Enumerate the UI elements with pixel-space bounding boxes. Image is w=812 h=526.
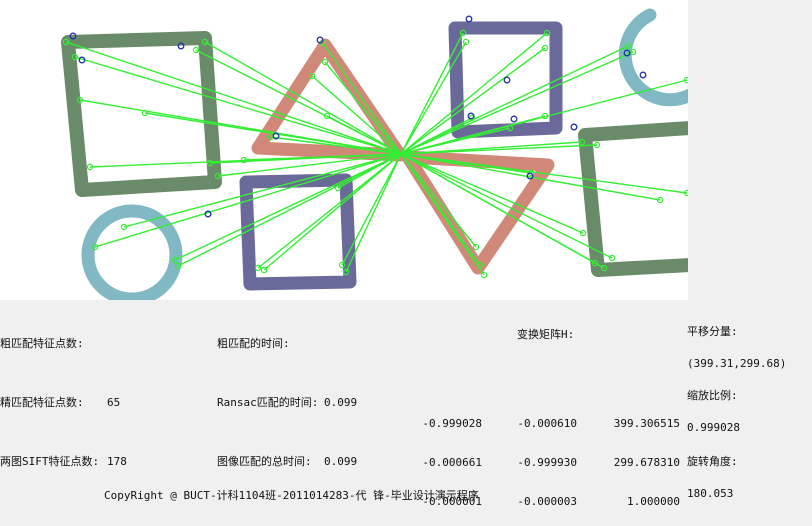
salmon-triangle-bottom [401,150,555,275]
matrix-cell: -0.999930 [517,456,577,469]
matrix-cell: -0.000661 [422,456,482,469]
matrix-cell: -0.000003 [517,495,577,508]
green-rectangle-right [578,121,688,277]
match-result-image [0,0,688,300]
translation-value: (399.31,299.68) [687,357,787,370]
coarse-time-label: 粗匹配的时间: [217,337,290,350]
unmatched-keypoint [639,71,647,79]
unmatched-keypoint [510,115,518,123]
total-time-value: 0.099 [324,455,358,468]
scale-label: 缩放比例: [687,389,738,402]
translation-label: 平移分量: [687,325,738,338]
transform-matrix-label: 变换矩阵H: [517,328,575,341]
matrix-cell: -0.000610 [517,417,577,430]
rotation-value: 180.053 [687,487,734,500]
matrix-col-3: 399.306515 299.678310 1.000000 [610,391,680,521]
match-line [400,47,546,155]
match-line [324,61,402,155]
coarse-points-label: 粗匹配特征点数: [0,337,84,350]
matrix-col-2: -0.000610 -0.999930 -0.000003 [515,391,577,521]
matrix-cell: 399.306515 [613,417,680,430]
teal-circle-top-right [618,8,688,107]
sift-points-label: 两图SIFT特征点数: [0,455,100,468]
matrix-cell: 1.000000 [627,495,680,508]
unmatched-keypoint [570,123,578,131]
unmatched-keypoint [465,15,473,23]
ransac-time-label: Ransac匹配的时间: [217,396,319,409]
fine-points-value: 65 [107,396,121,409]
copyright-footer: CopyRight @ BUCT-计科1104班-2011014283-代 锋-… [104,489,479,502]
match-line [400,153,477,248]
fine-points-label: 精匹配特征点数: [0,396,84,409]
match-line [345,153,402,273]
unmatched-keypoint [503,76,511,84]
sift-points-value: 178 [107,455,127,468]
match-line [400,153,605,269]
total-time-label: 图像匹配的总时间: [217,455,312,468]
ransac-time-value: 0.099 [324,396,358,409]
matched-shapes-canvas [61,8,688,300]
matrix-cell: 299.678310 [613,456,680,469]
scale-value: 0.999028 [687,421,740,434]
match-line [322,42,402,155]
rotation-label: 旋转角度: [687,455,738,468]
matrix-cell: -0.999028 [422,417,482,430]
